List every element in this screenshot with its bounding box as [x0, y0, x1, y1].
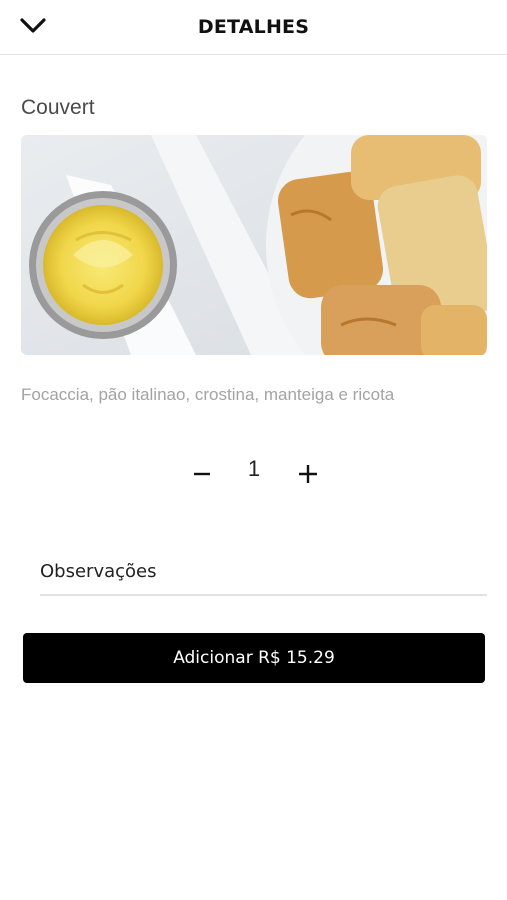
add-to-cart-button[interactable]: Adicionar R$ 15.29 — [23, 633, 485, 683]
product-description: Focaccia, pão italinao, crostina, mantei… — [21, 385, 395, 404]
quantity-value: 1 — [247, 456, 261, 481]
page-title: DETALHES — [197, 16, 310, 38]
notes-input[interactable] — [40, 548, 487, 596]
increase-quantity-button[interactable] — [290, 458, 326, 494]
chevron-down-icon — [19, 17, 47, 40]
product-image — [21, 135, 487, 355]
plus-icon — [297, 463, 319, 490]
close-details-button[interactable] — [18, 16, 48, 40]
quantity-stepper: 1 — [180, 450, 330, 500]
minus-icon — [192, 464, 212, 489]
decrease-quantity-button[interactable] — [184, 458, 220, 494]
top-bar: DETALHES — [0, 0, 507, 55]
product-name: Couvert — [21, 96, 95, 119]
